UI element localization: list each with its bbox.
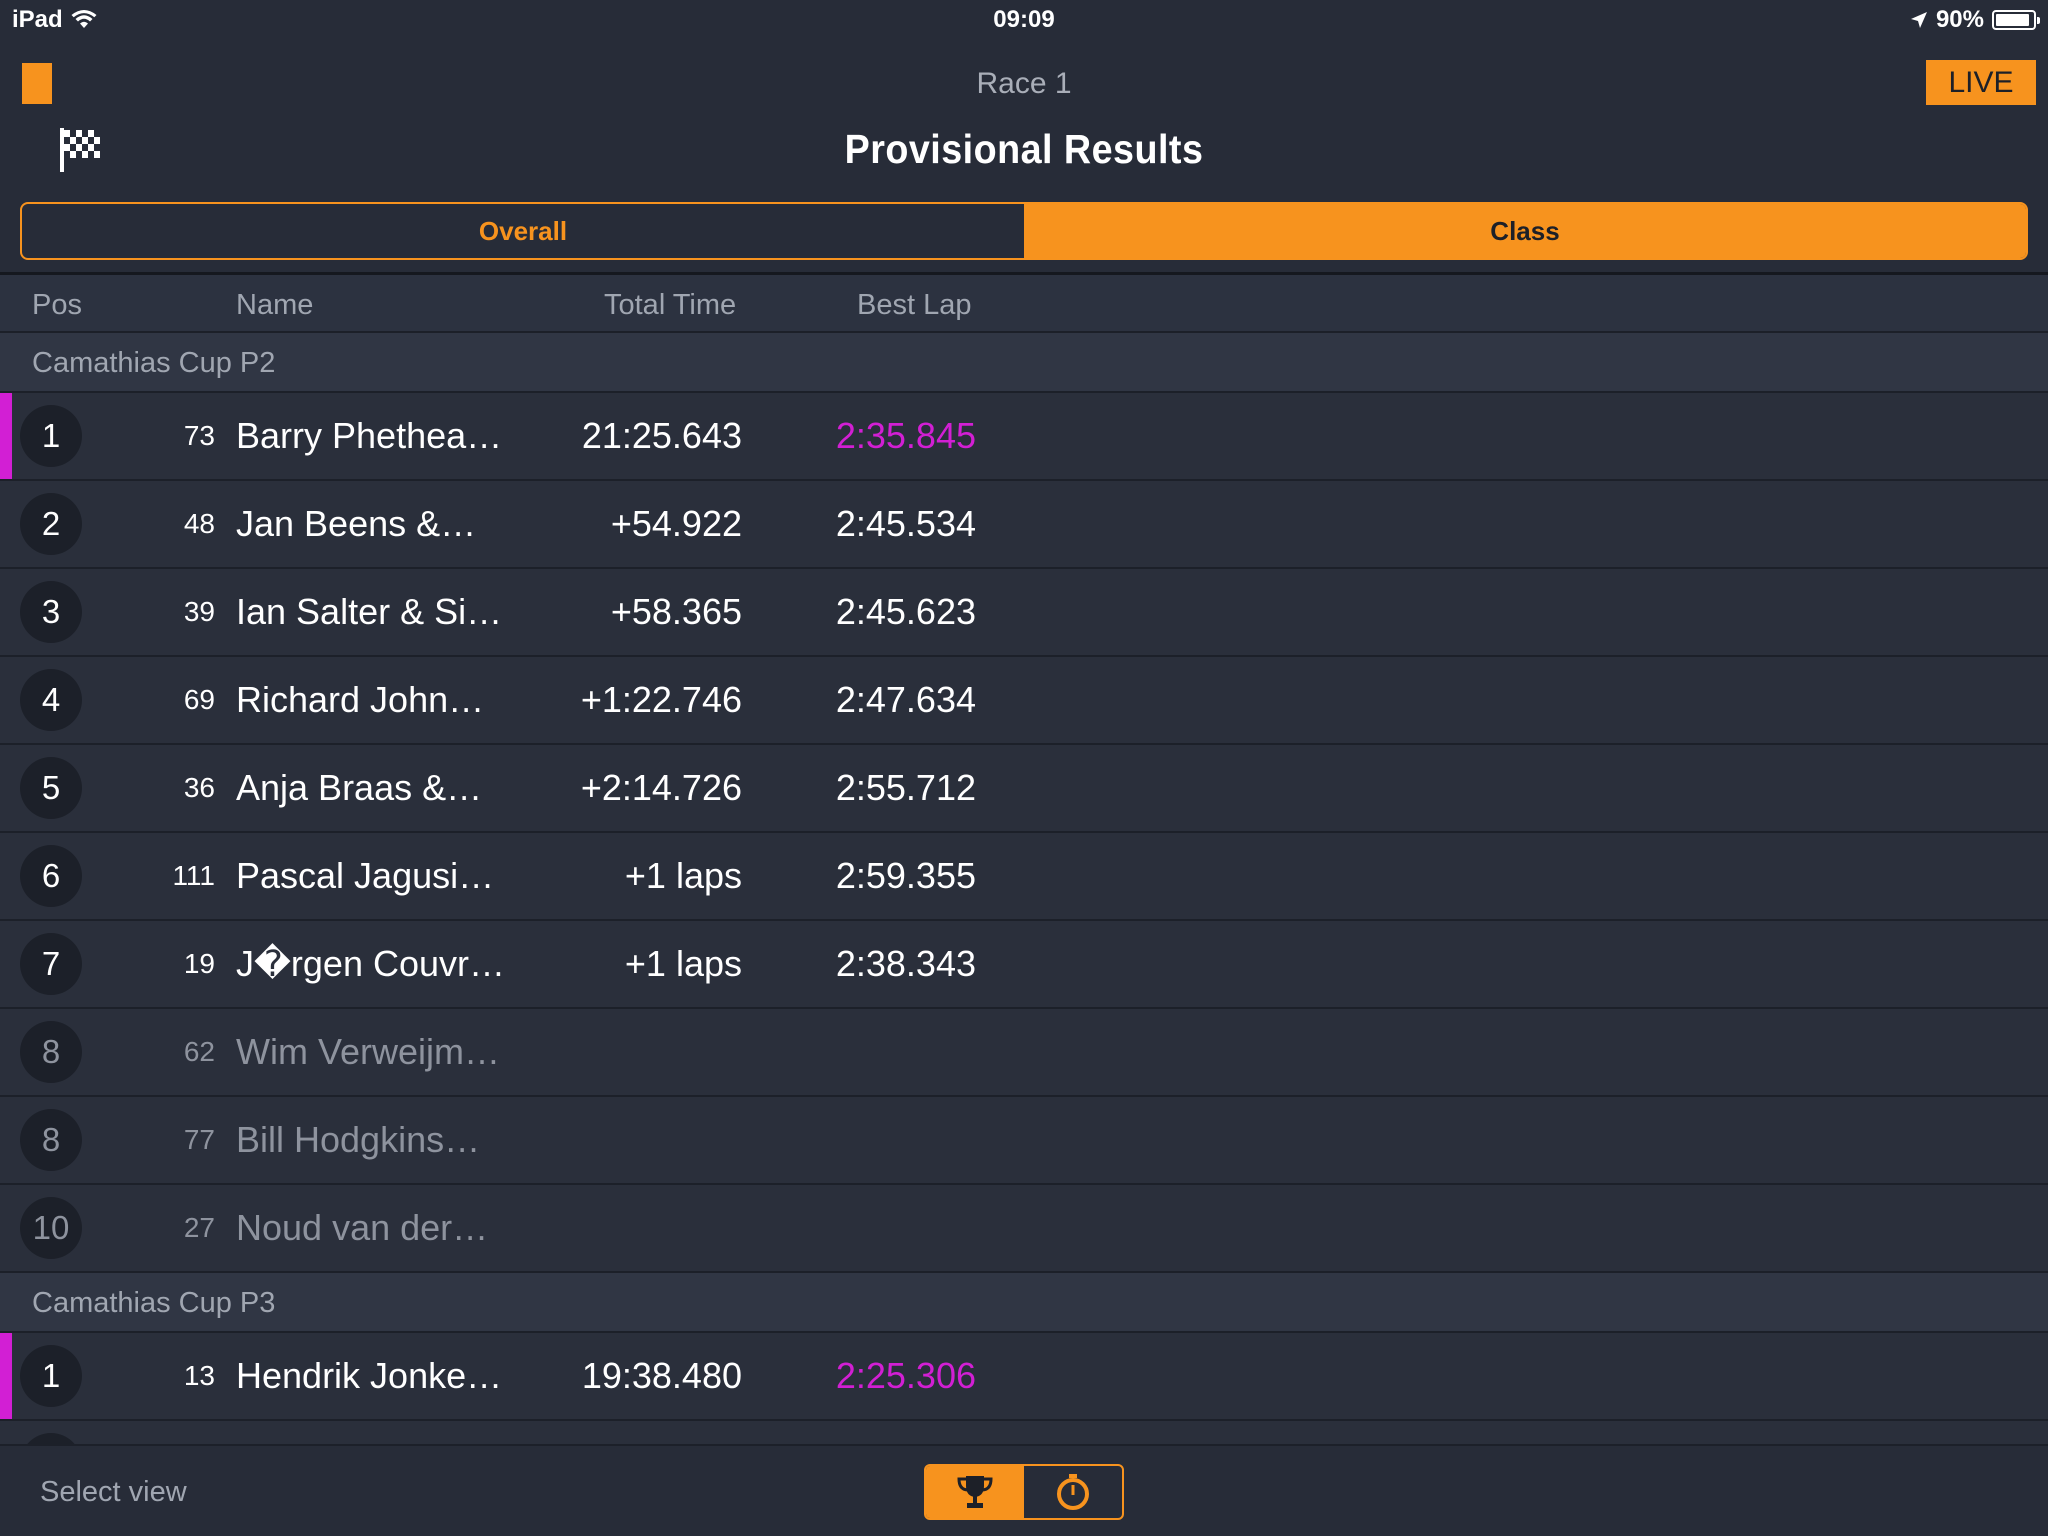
table-header: Pos Name Total Time Best Lap [0,275,2048,333]
total-time: +54.922 [610,503,742,544]
trophy-icon [957,1476,993,1508]
driver-name: Bill Hodgkins… [236,1119,481,1160]
bottom-toolbar: Select view [0,1444,2048,1536]
car-number: 36 [183,772,215,803]
car-number: 13 [183,1360,215,1391]
table-row[interactable]: 1 13 Hendrik Jonke… 19:38.480 2:25.306 [0,1333,2048,1421]
tab-overall[interactable]: Overall [22,204,1024,258]
best-lap: 2:25.306 [835,1355,976,1396]
driver-name: J�rgen Couvr… [236,943,505,984]
battery-icon [1992,10,2040,30]
stopwatch-icon [1057,1474,1089,1510]
car-number: 48 [183,508,215,539]
fastest-lap-marker [0,1333,12,1419]
live-button[interactable]: LIVE [1926,60,2036,105]
position-badge: 4 [20,669,82,731]
table-row[interactable]: 4 69 Richard John… +1:22.746 2:47.634 [0,657,2048,745]
position-badge: 8 [20,1021,82,1083]
total-time: +2:14.726 [580,767,742,808]
position-badge: 8 [20,1109,82,1171]
best-lap: 2:55.712 [835,767,976,808]
tab-class[interactable]: Class [1024,204,2026,258]
car-number: 111 [172,860,215,891]
table-row[interactable]: 3 39 Ian Salter & Si… +58.365 2:45.623 [0,569,2048,657]
total-time: 19:38.480 [581,1355,742,1396]
location-arrow-icon [1910,12,1927,28]
table-row[interactable]: 7 19 J�rgen Couvr… +1 laps 2:38.343 [0,921,2048,1009]
car-number: 62 [183,1036,215,1067]
position-badge: 2 [20,493,82,555]
table-row[interactable]: 1 73 Barry Phethea… 21:25.643 2:35.845 [0,393,2048,481]
car-number: 69 [183,684,215,715]
driver-name: Richard John… [236,679,485,720]
total-time: 21:25.643 [581,415,742,456]
table-row[interactable]: 6 111 Pascal Jagusi… +1 laps 2:59.355 [0,833,2048,921]
total-time: +1:22.746 [580,679,742,720]
column-name: Name [236,289,314,321]
view-toggle [924,1464,1124,1520]
group-title: Camathias Cup P3 [32,1287,276,1319]
driver-name: Pascal Jagusi… [236,855,495,896]
driver-name: Wim Verweijm… [236,1031,501,1072]
status-bar: iPad 09:09 90% [0,0,2048,40]
column-total-time: Total Time [604,289,737,321]
best-lap: 2:47.634 [835,679,976,720]
race-label: Race 1 [976,67,1072,100]
driver-name: Noud van der… [236,1207,489,1248]
driver-name: Jan Beens &… [236,503,477,544]
car-number: 19 [183,948,215,979]
column-pos: Pos [32,289,82,321]
driver-name: Hendrik Jonke… [236,1355,503,1396]
position-badge: 1 [20,1345,82,1407]
results-view-button[interactable] [926,1466,1024,1518]
driver-name: Ian Salter & Si… [236,591,503,632]
position-badge: 10 [20,1197,82,1259]
best-lap: 2:38.343 [835,943,976,984]
car-number: 39 [183,596,215,627]
car-number: 27 [183,1212,215,1243]
best-lap: 2:45.534 [835,503,976,544]
group-header: Camathias Cup P2 [0,333,2048,393]
page-title: Provisional Results [844,126,1204,172]
status-time: 09:09 [993,6,1055,33]
table-row[interactable]: 5 36 Anja Braas &… +2:14.726 2:55.712 [0,745,2048,833]
best-lap: 2:35.845 [835,415,976,456]
total-time: +58.365 [610,591,742,632]
column-best-lap: Best Lap [857,289,972,321]
position-badge: 7 [20,933,82,995]
group-title: Camathias Cup P2 [32,347,276,379]
position-badge: 1 [20,405,82,467]
timing-view-button[interactable] [1024,1466,1122,1518]
position-badge: 3 [20,581,82,643]
table-row[interactable]: 8 62 Wim Verweijm… [0,1009,2048,1097]
status-right: 90% [1910,6,2040,34]
table-row[interactable]: 10 27 Noud van der… [0,1185,2048,1273]
battery-percent: 90% [1935,6,1984,33]
fastest-lap-marker [0,393,12,479]
table-row[interactable]: 8 77 Bill Hodgkins… [0,1097,2048,1185]
results-segmented-control: Overall Class [20,202,2028,260]
position-badge: 6 [20,845,82,907]
car-number: 77 [183,1124,215,1155]
total-time: +1 laps [624,943,742,984]
driver-name: Anja Braas &… [236,767,483,808]
best-lap: 2:59.355 [835,855,976,896]
best-lap: 2:45.623 [835,591,976,632]
group-header: Camathias Cup P3 [0,1273,2048,1333]
driver-name: Barry Phethea… [236,415,503,456]
car-number: 73 [183,420,215,451]
position-badge: 5 [20,757,82,819]
table-row[interactable]: 2 48 Jan Beens &… +54.922 2:45.534 [0,481,2048,569]
total-time: +1 laps [624,855,742,896]
select-view-label: Select view [40,1476,187,1508]
